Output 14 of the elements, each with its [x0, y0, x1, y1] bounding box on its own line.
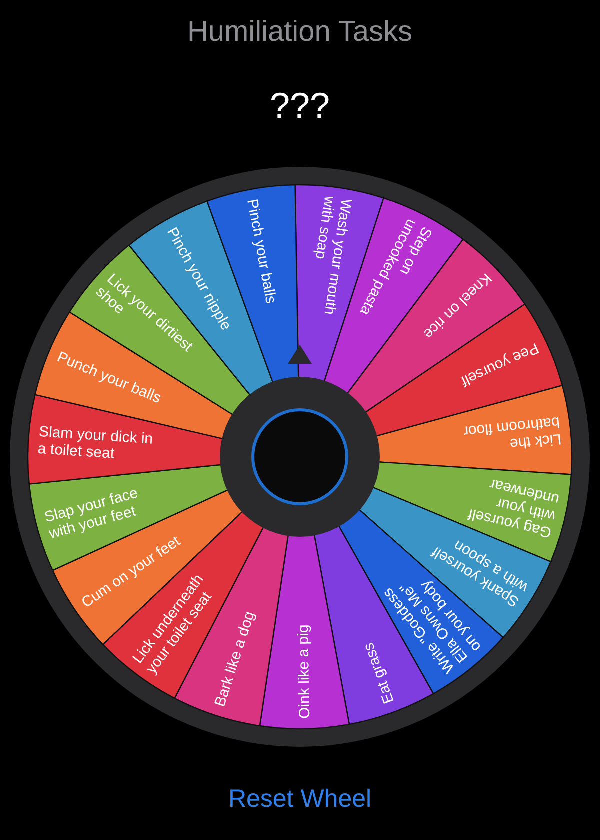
segment-label: Eat grass — [360, 640, 398, 706]
segment-label: Slap your face with your feet — [42, 484, 140, 543]
segment-label: Lick the bathroom floor — [462, 413, 562, 452]
segment-label: Slam your dick in a toilet seat — [37, 423, 154, 462]
segment-label: Bark like a dog — [212, 609, 258, 710]
segment-label: Pinch your balls — [244, 198, 280, 306]
segment-label: Oink like a pig — [294, 624, 314, 720]
segment-label: Wash your mouth with soap — [312, 195, 355, 316]
app-title: Humiliation Tasks — [187, 16, 413, 49]
reset-wheel-button[interactable]: Reset Wheel — [224, 785, 376, 814]
segment-label: Punch your balls — [54, 348, 164, 408]
spin-result: ??? — [270, 85, 330, 127]
segment-label: Gag yourself with your underwear — [466, 475, 561, 542]
wheel-hub[interactable] — [220, 345, 380, 537]
